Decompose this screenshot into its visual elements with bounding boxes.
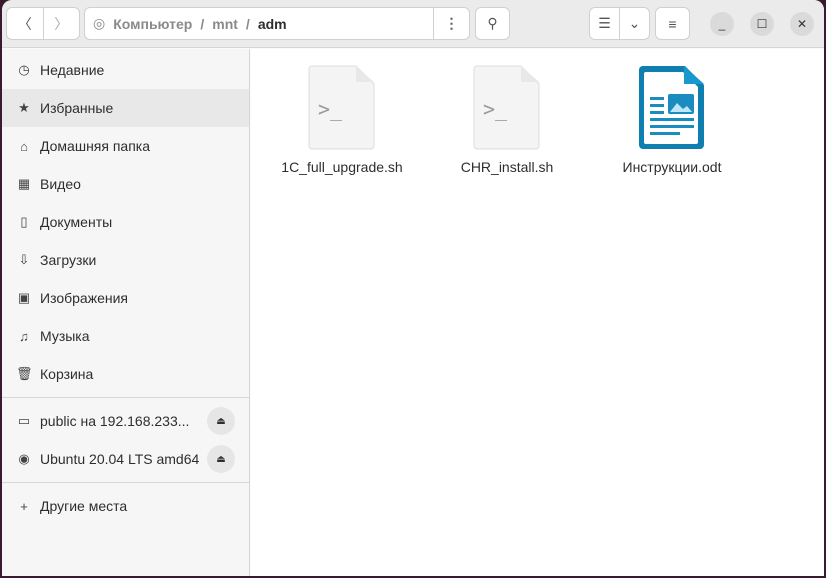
main-menu-button[interactable]: ≡ <box>655 7 690 40</box>
image-icon: ▣ <box>17 290 31 305</box>
script-file-icon: >_ <box>308 65 375 150</box>
sidebar-item-label: Загрузки <box>40 252 97 268</box>
file-item[interactable]: Инструкции.odt <box>597 64 747 175</box>
path-separator: / <box>245 15 250 32</box>
document-icon: ▯ <box>20 214 28 229</box>
eject-button[interactable]: ⏏ <box>207 445 235 473</box>
sidebar-item-label: Корзина <box>40 366 94 382</box>
divider <box>2 482 249 483</box>
eject-button[interactable]: ⏏ <box>207 407 235 435</box>
divider <box>2 397 249 398</box>
sidebar-item-videos[interactable]: ▦ Видео <box>2 165 249 203</box>
trash-icon: 🗑 <box>16 366 33 381</box>
sidebar-item-label: public на 192.168.233... <box>40 413 190 429</box>
download-icon: ⇩ <box>18 252 30 267</box>
sidebar-item-pictures[interactable]: ▣ Изображения <box>2 279 249 317</box>
nav-buttons: 〈〉 <box>6 7 80 40</box>
sidebar-item-label: Другие места <box>40 498 128 514</box>
list-view-button[interactable]: ☰ <box>590 8 620 39</box>
sidebar-item-label: Избранные <box>40 100 114 116</box>
file-item[interactable]: >_ CHR_install.sh <box>432 64 582 175</box>
minimize-button[interactable]: _ <box>710 12 734 36</box>
path-segment[interactable]: mnt <box>212 16 238 32</box>
sidebar-item-label: Музыка <box>40 328 90 344</box>
path-segment[interactable]: Компьютер <box>113 16 192 32</box>
forward-button[interactable]: 〉 <box>44 8 80 39</box>
path-current[interactable]: adm <box>258 16 287 32</box>
sidebar-item-label: Видео <box>40 176 81 192</box>
disc-icon: ◉ <box>18 451 30 466</box>
sidebar-item-label: Недавние <box>40 62 105 78</box>
sidebar-item-downloads[interactable]: ⇩ Загрузки <box>2 241 249 279</box>
sidebar-item-label: Ubuntu 20.04 LTS amd64 <box>40 451 200 467</box>
sidebar-item-label: Документы <box>40 214 113 230</box>
svg-text:>_: >_ <box>483 97 508 121</box>
close-button[interactable]: ✕ <box>790 12 814 36</box>
sidebar-item-recent[interactable]: ◷ Недавние <box>2 51 249 89</box>
search-button[interactable]: ⚲ <box>475 7 510 40</box>
film-icon: ▦ <box>17 176 31 191</box>
music-icon: ♫ <box>19 328 29 344</box>
folder-icon: ▭ <box>17 413 31 428</box>
clock-icon: ◷ <box>18 62 30 77</box>
sidebar-item-trash[interactable]: 🗑 Корзина <box>2 355 249 393</box>
svg-text:>_: >_ <box>318 97 343 121</box>
plus-icon: + <box>20 498 28 514</box>
disk-icon: ◎ <box>93 15 106 31</box>
script-file-icon: >_ <box>473 65 540 150</box>
back-button[interactable]: 〈 <box>7 8 44 39</box>
star-icon: ★ <box>18 100 30 115</box>
sidebar-item-ubuntu-disc[interactable]: ◉ Ubuntu 20.04 LTS amd64 ⏏ <box>2 440 249 478</box>
path-menu-button[interactable]: ⋮ <box>433 8 469 39</box>
maximize-button[interactable]: ☐ <box>750 12 774 36</box>
file-manager-window: 〈〉 ◎ Компьютер / mnt / adm ⋮ ⚲ ☰ ⌄ ≡ _ ☐ … <box>2 0 824 576</box>
header-bar: 〈〉 ◎ Компьютер / mnt / adm ⋮ ⚲ ☰ ⌄ ≡ _ ☐ … <box>2 0 824 48</box>
sidebar-item-starred[interactable]: ★ Избранные <box>2 89 249 127</box>
view-toggle: ☰ ⌄ <box>589 7 650 40</box>
path-bar[interactable]: ◎ Компьютер / mnt / adm ⋮ <box>84 7 470 40</box>
sidebar-item-label: Изображения <box>40 290 128 306</box>
sidebar-item-music[interactable]: ♫ Музыка <box>2 317 249 355</box>
sidebar-item-network-share[interactable]: ▭ public на 192.168.233... ⏏ <box>2 402 249 440</box>
sidebar: ◷ Недавние ★ Избранные ⌂ Домашняя папка ▦ Ви… <box>2 49 250 576</box>
sidebar-item-documents[interactable]: ▯ Документы <box>2 203 249 241</box>
search-icon: ⚲ <box>487 15 498 31</box>
file-name: CHR_install.sh <box>460 159 554 175</box>
path-separator: / <box>200 15 205 32</box>
sidebar-item-label: Домашняя папка <box>40 138 151 154</box>
sidebar-item-other-locations[interactable]: + Другие места <box>2 487 249 525</box>
file-item[interactable]: >_ 1C_full_upgrade.sh <box>267 64 417 175</box>
view-options-button[interactable]: ⌄ <box>620 8 649 39</box>
file-view: >_ 1C_full_upgrade.sh >_ CHR_install.sh … <box>251 49 824 576</box>
file-name: 1C_full_upgrade.sh <box>281 159 403 175</box>
home-icon: ⌂ <box>20 138 28 154</box>
file-name: Инструкции.odt <box>622 159 722 175</box>
text-document-icon <box>639 66 704 149</box>
sidebar-item-home[interactable]: ⌂ Домашняя папка <box>2 127 249 165</box>
